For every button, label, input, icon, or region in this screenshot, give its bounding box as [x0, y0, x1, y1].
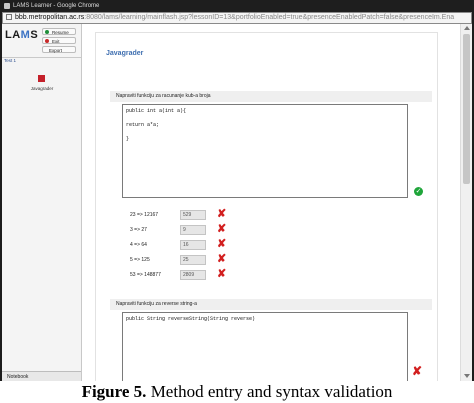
code-line: public String reverseString(String rever…: [126, 316, 256, 322]
test-actual-value: 2809: [180, 270, 206, 280]
task1-code-editor[interactable]: public int a(int a){ return a*a;}: [122, 104, 408, 198]
app-icon: [4, 3, 10, 9]
exit-button[interactable]: Exit: [42, 37, 76, 44]
activity-node-icon[interactable]: [38, 75, 45, 82]
vertical-scrollbar[interactable]: [460, 24, 472, 381]
scrollbar-thumb[interactable]: [463, 34, 470, 184]
test-row: 3 => 27 9 ✘: [96, 223, 296, 238]
test-row: 5 => 125 25 ✘: [96, 253, 296, 268]
test-row: 53 => 148877 2809 ✘: [96, 268, 296, 283]
x-mark-icon: ✘: [412, 364, 423, 378]
scroll-down-icon[interactable]: [464, 374, 470, 378]
code-line: return a*a;: [126, 122, 160, 128]
test-row: 23 => 12167 529 ✘: [96, 208, 296, 223]
scroll-up-icon[interactable]: [464, 26, 470, 30]
test-expected: 53 => 148877: [130, 272, 161, 278]
test-actual-value: 16: [180, 240, 206, 250]
lams-sidebar: LAMS Resume Exit Export Test 1 Javagrade…: [2, 24, 82, 381]
figure-caption: Figure 5. Method entry and syntax valida…: [0, 381, 474, 403]
exit-icon: [45, 39, 49, 43]
page-icon: [6, 14, 12, 20]
test-actual-value: 529: [180, 210, 206, 220]
lams-logo: LAMS: [5, 29, 39, 41]
x-mark-icon: ✘: [217, 268, 227, 280]
url-host: bbb.metropolitan.ac.rs: [15, 14, 85, 21]
lesson-tree-label: Test 1: [4, 58, 17, 63]
figure-caption-text: Method entry and syntax validation: [150, 382, 393, 401]
code-line: }: [126, 136, 130, 142]
url-path: :8080/lams/learning/mainflash.jsp?lesson…: [84, 14, 455, 21]
activity-panel: Javagrader Napraviti funkciju za racunan…: [95, 32, 438, 381]
x-mark-icon: ✘: [217, 238, 227, 250]
task1-prompt: Napraviti funkciju za racunanje kub-a br…: [110, 91, 432, 102]
task2-prompt: Napraviti funkciju za reverse string-a: [110, 299, 432, 310]
test-row: 4 => 64 16 ✘: [96, 238, 296, 253]
test-expected: 5 => 125: [130, 257, 150, 263]
test-expected: 23 => 12167: [130, 212, 159, 218]
activity-area: Javagrader Napraviti funkciju za racunan…: [88, 24, 452, 381]
test-actual-value: 25: [180, 255, 206, 265]
title-bar: LAMS Learner - Google Chrome: [0, 0, 474, 12]
page-content: LAMS Resume Exit Export Test 1 Javagrade…: [2, 24, 472, 381]
test-expected: 4 => 64: [130, 242, 147, 248]
task2-code-editor[interactable]: public String reverseString(String rever…: [122, 312, 408, 381]
export-button[interactable]: Export: [42, 46, 76, 53]
x-mark-icon: ✘: [217, 253, 227, 265]
window-title: LAMS Learner - Google Chrome: [13, 3, 100, 9]
resume-label: Resume: [52, 30, 69, 35]
address-bar[interactable]: bbb.metropolitan.ac.rs:8080/lams/learnin…: [2, 12, 472, 24]
resume-icon: [45, 30, 49, 34]
code-line: public int a(int a){: [126, 108, 187, 114]
x-mark-icon: ✘: [217, 208, 227, 220]
export-label: Export: [49, 48, 63, 53]
resume-button[interactable]: Resume: [42, 28, 76, 35]
notebook-tab[interactable]: Notebook: [2, 371, 81, 381]
check-circle-icon: ✓: [414, 187, 423, 196]
exit-label: Exit: [52, 39, 60, 44]
test-actual-value: 9: [180, 225, 206, 235]
figure-label: Figure 5.: [81, 382, 147, 401]
activity-title: Javagrader: [106, 50, 144, 57]
x-mark-icon: ✘: [217, 223, 227, 235]
test-expected: 3 => 27: [130, 227, 147, 233]
activity-node-label[interactable]: Javagrader: [20, 86, 64, 91]
browser-window: LAMS Learner - Google Chrome bbb.metropo…: [0, 0, 474, 381]
